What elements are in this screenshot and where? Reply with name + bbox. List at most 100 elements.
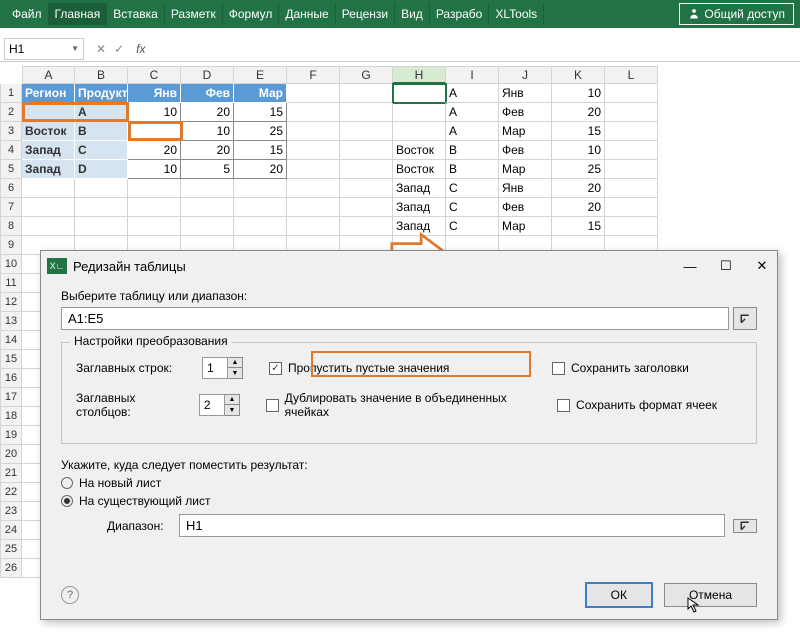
row-header-17[interactable]: 17 xyxy=(0,388,22,407)
row-header-24[interactable]: 24 xyxy=(0,521,22,540)
cell-E3[interactable]: 25 xyxy=(234,122,287,141)
header-cols-spinner[interactable]: ▲▼ xyxy=(199,394,240,416)
cell-J5[interactable]: Мар xyxy=(499,160,552,179)
cell-C6[interactable] xyxy=(128,179,181,198)
tab-home[interactable]: Главная xyxy=(49,3,108,25)
cell-D1[interactable]: Фев xyxy=(181,84,234,103)
cell-A5[interactable]: Запад xyxy=(22,160,75,179)
cell-B6[interactable] xyxy=(75,179,128,198)
row-header-20[interactable]: 20 xyxy=(0,445,22,464)
col-header-B[interactable]: B xyxy=(75,66,128,84)
cell-J4[interactable]: Фев xyxy=(499,141,552,160)
cell-A1[interactable]: Регион xyxy=(22,84,75,103)
row-header-9[interactable]: 9 xyxy=(0,236,22,255)
cell-B1[interactable]: Продукт xyxy=(75,84,128,103)
row-header-13[interactable]: 13 xyxy=(0,312,22,331)
row-header-8[interactable]: 8 xyxy=(0,217,22,236)
col-header-L[interactable]: L xyxy=(605,66,658,84)
col-header-E[interactable]: E xyxy=(234,66,287,84)
maximize-button[interactable]: ☐ xyxy=(717,257,735,275)
row-header-3[interactable]: 3 xyxy=(0,122,22,141)
col-header-H[interactable]: H xyxy=(393,66,446,84)
radio-new-sheet[interactable]: На новый лист xyxy=(61,476,757,490)
row-header-21[interactable]: 21 xyxy=(0,464,22,483)
row-header-25[interactable]: 25 xyxy=(0,540,22,559)
row-header-10[interactable]: 10 xyxy=(0,255,22,274)
cell-H4[interactable]: Восток xyxy=(393,141,446,160)
cell-D2[interactable]: 20 xyxy=(181,103,234,122)
spin-up-icon[interactable]: ▲ xyxy=(225,395,239,405)
cell-F7[interactable] xyxy=(287,198,340,217)
cell-A4[interactable]: Запад xyxy=(22,141,75,160)
cell-A2[interactable] xyxy=(22,103,75,122)
header-rows-input[interactable] xyxy=(202,357,228,379)
cell-D5[interactable]: 5 xyxy=(181,160,234,179)
cell-F8[interactable] xyxy=(287,217,340,236)
cell-C3[interactable] xyxy=(128,122,181,141)
range-picker-button[interactable] xyxy=(733,307,757,330)
radio-existing-sheet[interactable]: На существующий лист xyxy=(61,494,757,508)
row-header-16[interactable]: 16 xyxy=(0,369,22,388)
cell-C7[interactable] xyxy=(128,198,181,217)
row-header-4[interactable]: 4 xyxy=(0,141,22,160)
cell-K2[interactable]: 20 xyxy=(552,103,605,122)
cell-H2[interactable] xyxy=(393,103,446,122)
name-box[interactable]: H1 ▼ xyxy=(4,38,84,60)
cell-B3[interactable]: B xyxy=(75,122,128,141)
dialog-titlebar[interactable]: X∟ Редизайн таблицы — ☐ ✕ xyxy=(41,251,777,281)
col-header-D[interactable]: D xyxy=(181,66,234,84)
cell-H5[interactable]: Восток xyxy=(393,160,446,179)
cell-B2[interactable]: A xyxy=(75,103,128,122)
header-rows-spinner[interactable]: ▲▼ xyxy=(202,357,243,379)
cell-K6[interactable]: 20 xyxy=(552,179,605,198)
cell-C5[interactable]: 10 xyxy=(128,160,181,179)
cell-L7[interactable] xyxy=(605,198,658,217)
cell-H6[interactable]: Запад xyxy=(393,179,446,198)
cell-F1[interactable] xyxy=(287,84,340,103)
col-header-J[interactable]: J xyxy=(499,66,552,84)
cell-F3[interactable] xyxy=(287,122,340,141)
row-header-18[interactable]: 18 xyxy=(0,407,22,426)
cell-J1[interactable]: Янв xyxy=(499,84,552,103)
row-header-12[interactable]: 12 xyxy=(0,293,22,312)
cell-A6[interactable] xyxy=(22,179,75,198)
cell-K5[interactable]: 25 xyxy=(552,160,605,179)
cell-L5[interactable] xyxy=(605,160,658,179)
cell-B4[interactable]: C xyxy=(75,141,128,160)
row-header-14[interactable]: 14 xyxy=(0,331,22,350)
cell-J6[interactable]: Янв xyxy=(499,179,552,198)
spin-up-icon[interactable]: ▲ xyxy=(228,358,242,368)
cell-G5[interactable] xyxy=(340,160,393,179)
cell-E5[interactable]: 20 xyxy=(234,160,287,179)
cell-F6[interactable] xyxy=(287,179,340,198)
cell-J3[interactable]: Мар xyxy=(499,122,552,141)
cell-B5[interactable]: D xyxy=(75,160,128,179)
minimize-button[interactable]: — xyxy=(681,257,699,275)
cell-J2[interactable]: Фев xyxy=(499,103,552,122)
cell-D8[interactable] xyxy=(181,217,234,236)
tab-xltools[interactable]: XLTools xyxy=(489,3,544,25)
cell-L2[interactable] xyxy=(605,103,658,122)
row-header-23[interactable]: 23 xyxy=(0,502,22,521)
tab-formulas[interactable]: Формул xyxy=(223,3,280,25)
cell-I7[interactable]: C xyxy=(446,198,499,217)
col-header-K[interactable]: K xyxy=(552,66,605,84)
dest-range-picker-button[interactable] xyxy=(733,519,757,533)
row-header-15[interactable]: 15 xyxy=(0,350,22,369)
row-header-6[interactable]: 6 xyxy=(0,179,22,198)
cell-B7[interactable] xyxy=(75,198,128,217)
share-button[interactable]: Общий доступ xyxy=(679,3,794,25)
cell-E4[interactable]: 15 xyxy=(234,141,287,160)
cell-B8[interactable] xyxy=(75,217,128,236)
tab-layout[interactable]: Разметк xyxy=(165,3,223,25)
cell-C2[interactable]: 10 xyxy=(128,103,181,122)
spin-down-icon[interactable]: ▼ xyxy=(228,368,242,378)
cell-K7[interactable]: 20 xyxy=(552,198,605,217)
cell-D3[interactable]: 10 xyxy=(181,122,234,141)
cell-G4[interactable] xyxy=(340,141,393,160)
cell-I8[interactable]: C xyxy=(446,217,499,236)
header-cols-input[interactable] xyxy=(199,394,225,416)
cell-H7[interactable]: Запад xyxy=(393,198,446,217)
skip-empty-checkbox[interactable]: ✓Пропустить пустые значения xyxy=(269,361,449,375)
cell-I3[interactable]: A xyxy=(446,122,499,141)
